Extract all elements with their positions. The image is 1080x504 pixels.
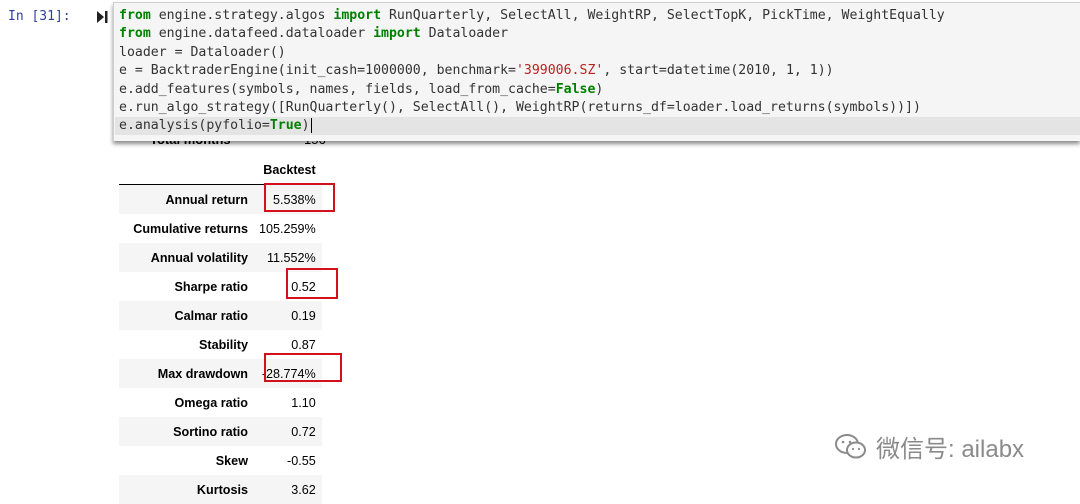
- code-keyword: from: [119, 8, 151, 23]
- highlight-box-max-drawdown: [264, 353, 342, 382]
- row-label: Kurtosis: [119, 475, 254, 504]
- wechat-icon: [834, 433, 868, 461]
- code-text: RunQuarterly, SelectAll, WeightRP, Selec…: [381, 8, 945, 23]
- watermark-text: 微信号: ailabx: [876, 429, 1024, 464]
- highlight-box-sharpe-ratio: [286, 268, 338, 299]
- code-text: e.add_features(symbols, names, fields, l…: [119, 82, 556, 97]
- row-label: Stability: [119, 330, 254, 359]
- code-line: e = BacktraderEngine(init_cash=1000000, …: [119, 62, 834, 80]
- code-text: e.run_algo_strategy([RunQuarterly(), Sel…: [119, 100, 921, 115]
- code-text: e = BacktraderEngine(init_cash=1000000, …: [119, 63, 516, 78]
- header-empty: [119, 155, 254, 185]
- code-line: from engine.datafeed.dataloader import D…: [119, 25, 508, 43]
- row-label: Cumulative returns: [119, 214, 254, 243]
- code-text: loader = Dataloader(): [119, 45, 286, 60]
- row-value: 3.62: [254, 475, 322, 504]
- code-string: '399006.SZ': [516, 63, 603, 78]
- table-body: Annual return5.538%Cumulative returns105…: [119, 185, 322, 504]
- row-label: Max drawdown: [119, 359, 254, 388]
- code-text: engine.datafeed.dataloader: [151, 26, 373, 41]
- code-keyword: import: [373, 26, 421, 41]
- row-value: 0.19: [254, 301, 322, 330]
- table-row: Sortino ratio0.72: [119, 417, 322, 446]
- table-row: Cumulative returns105.259%: [119, 214, 322, 243]
- highlight-box-annual-return: [264, 183, 335, 212]
- row-label: Skew: [119, 446, 254, 475]
- row-label: Sortino ratio: [119, 417, 254, 446]
- code-keyword: from: [119, 26, 151, 41]
- row-value: 0.72: [254, 417, 322, 446]
- row-label: Annual return: [119, 185, 254, 215]
- row-value: 1.10: [254, 388, 322, 417]
- table-row: Skew-0.55: [119, 446, 322, 475]
- table-header-row: Backtest: [119, 155, 322, 185]
- code-line: loader = Dataloader(): [119, 44, 286, 62]
- table-row: Omega ratio1.10: [119, 388, 322, 417]
- row-value: 105.259%: [254, 214, 322, 243]
- row-label: Sharpe ratio: [119, 272, 254, 301]
- code-keyword: False: [556, 82, 596, 97]
- run-cell-icon[interactable]: [95, 10, 109, 24]
- table-row: Kurtosis3.62: [119, 475, 322, 504]
- row-label: Annual volatility: [119, 243, 254, 272]
- watermark: 微信号: ailabx: [834, 429, 1024, 464]
- row-label: Calmar ratio: [119, 301, 254, 330]
- code-line: e.run_algo_strategy([RunQuarterly(), Sel…: [119, 99, 921, 117]
- code-text: , start=datetime(2010, 1, 1)): [603, 63, 833, 78]
- text-cursor: [311, 118, 312, 133]
- code-text: engine.strategy.algos: [151, 8, 334, 23]
- code-line: e.analysis(pyfolio=True): [115, 117, 1080, 135]
- table-row: Calmar ratio0.19: [119, 301, 322, 330]
- code-keyword: import: [333, 8, 381, 23]
- code-keyword: True: [270, 118, 302, 133]
- code-text: ): [302, 118, 310, 133]
- row-label: Omega ratio: [119, 388, 254, 417]
- code-text: e.analysis(pyfolio=: [119, 118, 270, 133]
- column-header-backtest: Backtest: [254, 155, 322, 185]
- code-line: from engine.strategy.algos import RunQua…: [119, 7, 945, 25]
- code-line: e.add_features(symbols, names, fields, l…: [119, 81, 603, 99]
- code-text: Dataloader: [421, 26, 508, 41]
- input-prompt: In [31]:: [8, 9, 71, 24]
- row-value: -0.55: [254, 446, 322, 475]
- code-text: ): [595, 82, 603, 97]
- code-cell[interactable]: from engine.strategy.algos import RunQua…: [113, 2, 1080, 141]
